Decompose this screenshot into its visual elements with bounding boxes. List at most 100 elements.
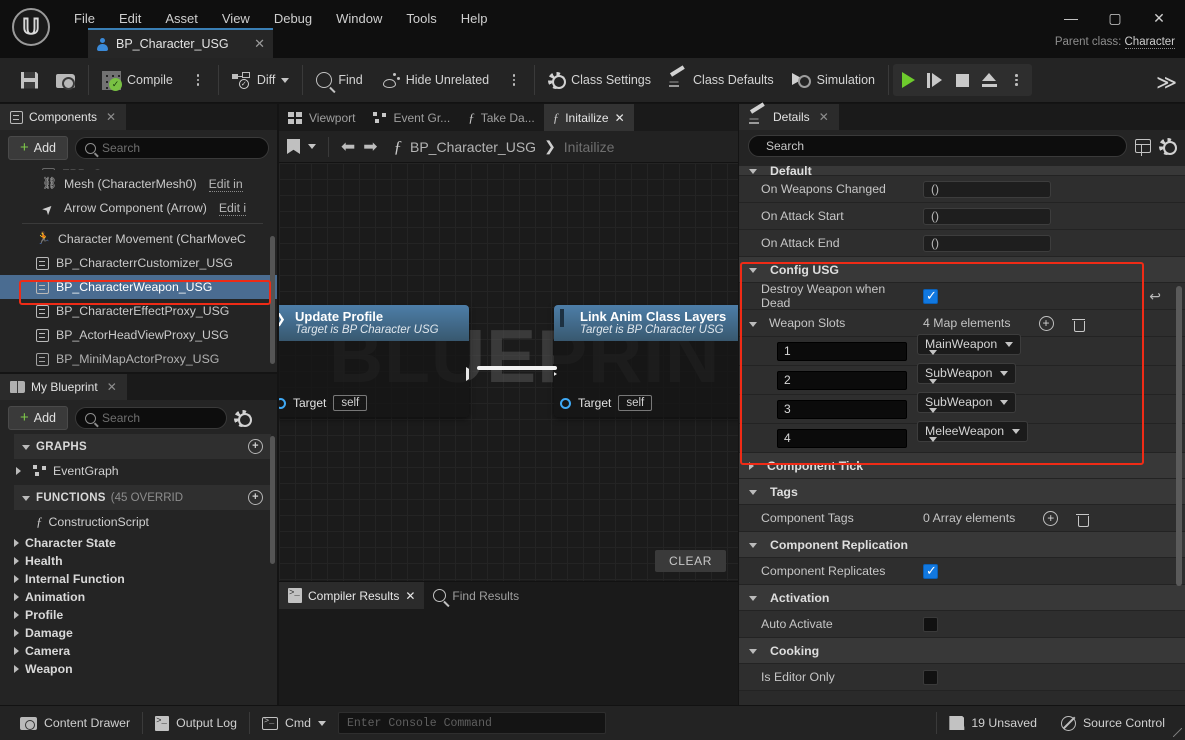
unsaved-button[interactable]: 19 Unsaved [937, 710, 1049, 736]
save-button[interactable] [12, 64, 47, 96]
menu-asset[interactable]: Asset [153, 7, 210, 30]
component-row-arrow[interactable]: ➤ Arrow Component (Arrow) Edit i [0, 196, 277, 220]
eject-button[interactable] [976, 65, 1003, 95]
category-profile[interactable]: Profile [0, 606, 277, 624]
stop-button[interactable] [949, 65, 976, 95]
output-log-button[interactable]: Output Log [143, 710, 249, 736]
tab-my-blueprint[interactable]: My Blueprint ✕ [0, 374, 127, 400]
category-weapon[interactable]: Weapon [0, 660, 277, 678]
components-search-input[interactable]: Search [75, 137, 269, 159]
hide-unrelated-button[interactable]: Hide Unrelated [372, 64, 498, 96]
details-scrollbar[interactable] [1176, 286, 1182, 586]
hide-unrelated-options-button[interactable] [498, 64, 530, 96]
edit-in-link[interactable]: Edit in [208, 177, 243, 192]
simulation-button[interactable]: Simulation [783, 64, 884, 96]
play-options-button[interactable] [1003, 65, 1030, 95]
step-button[interactable] [922, 65, 949, 95]
add-element-icon[interactable]: + [1043, 510, 1059, 526]
target-input-pin[interactable] [279, 397, 286, 409]
parent-class-link[interactable]: Character [1124, 36, 1175, 49]
menu-help[interactable]: Help [449, 7, 500, 30]
node-update-profile[interactable]: ❯ Update Profile Target is BP Character … [279, 305, 469, 417]
chevron-right-icon[interactable] [14, 665, 19, 673]
menu-file[interactable]: File [62, 7, 107, 30]
property-row-component-replicates[interactable]: Component Replicates [739, 558, 1185, 585]
close-button[interactable]: ✕ [1137, 4, 1181, 32]
tab-initailize[interactable]: ƒ Initailize ✕ [543, 104, 634, 131]
property-row-on-attack-start[interactable]: On Attack Start () [739, 203, 1185, 230]
section-component-tick[interactable]: Component Tick [739, 453, 1185, 479]
category-damage[interactable]: Damage [0, 624, 277, 642]
graph-item-eventgraph[interactable]: EventGraph [0, 459, 277, 483]
close-icon[interactable]: ✕ [107, 380, 117, 394]
components-scrollbar[interactable] [270, 236, 275, 364]
close-icon[interactable]: ✕ [819, 110, 829, 124]
clear-button[interactable]: CLEAR [654, 550, 726, 572]
component-replicates-checkbox[interactable] [923, 563, 938, 579]
menu-tools[interactable]: Tools [394, 7, 448, 30]
section-cooking[interactable]: Cooking [739, 638, 1185, 664]
tab-components[interactable]: Components ✕ [0, 104, 127, 130]
chevron-down-icon[interactable] [749, 321, 757, 327]
delete-all-icon[interactable] [1071, 316, 1085, 332]
myblueprint-settings-gear-icon[interactable] [234, 409, 252, 427]
tab-take-damage[interactable]: ƒ Take Da... [459, 104, 544, 131]
component-row-head-view-proxy[interactable]: BP_ActorHeadViewProxy_USG [0, 323, 277, 347]
chevron-right-icon[interactable] [14, 575, 19, 583]
section-config-usg[interactable]: Config USG [739, 257, 1185, 283]
section-component-replication[interactable]: Component Replication [739, 532, 1185, 558]
property-row-on-attack-end[interactable]: On Attack End () [739, 230, 1185, 257]
close-icon[interactable]: ✕ [405, 589, 415, 603]
target-value[interactable]: self [618, 395, 653, 411]
tab-find-results[interactable]: Find Results [424, 582, 528, 609]
menu-edit[interactable]: Edit [107, 7, 153, 30]
forward-button[interactable]: ➡ [363, 137, 377, 157]
myblueprint-search-input[interactable]: Search [75, 407, 228, 429]
category-animation[interactable]: Animation [0, 588, 277, 606]
section-tags[interactable]: Tags [739, 479, 1185, 505]
auto-activate-checkbox[interactable] [923, 616, 938, 632]
target-value[interactable]: self [333, 395, 368, 411]
section-default[interactable]: Default [739, 166, 1185, 176]
target-input-pin[interactable] [560, 397, 571, 409]
menu-debug[interactable]: Debug [262, 7, 324, 30]
back-button[interactable]: ⬅ [341, 137, 355, 157]
my-blueprint-tree[interactable]: GRAPHS + EventGraph FUNCTIONS (45 OVERRI… [0, 432, 277, 705]
slot-key-input[interactable]: 4 [777, 428, 907, 448]
slot-key-input[interactable]: 3 [777, 399, 907, 419]
browse-button[interactable] [47, 64, 84, 96]
source-control-button[interactable]: Source Control [1049, 710, 1177, 736]
property-row-destroy-weapon-when-dead[interactable]: Destroy Weapon when Dead ↩ [739, 282, 1185, 310]
add-blueprint-item-button[interactable]: + Add [8, 406, 69, 430]
find-button[interactable]: Find [307, 64, 371, 96]
bookmark-icon[interactable] [287, 139, 300, 154]
section-graphs[interactable]: GRAPHS + [14, 434, 271, 459]
toolbar-overflow-button[interactable]: ≫ [1156, 70, 1177, 95]
tab-details[interactable]: Details ✕ [739, 104, 839, 130]
component-row-customizer[interactable]: BP_CharacterrCustomizer_USG [0, 251, 277, 275]
property-row-is-editor-only[interactable]: Is Editor Only [739, 664, 1185, 691]
category-internal-function[interactable]: Internal Function [0, 570, 277, 588]
component-row-weapon-selected[interactable]: BP_CharacterWeapon_USG [0, 275, 277, 299]
myblueprint-scrollbar[interactable] [270, 436, 275, 564]
close-icon[interactable]: ✕ [254, 36, 265, 52]
component-row-character-movement[interactable]: 🏃 Character Movement (CharMoveC [0, 227, 277, 251]
chevron-right-icon[interactable] [16, 467, 21, 475]
reset-to-default-icon[interactable]: ↩ [1149, 288, 1161, 305]
compile-options-button[interactable] [182, 64, 214, 96]
breadcrumb-root[interactable]: BP_Character_USG [410, 139, 536, 155]
details-search-input[interactable]: Search [748, 135, 1127, 157]
delete-all-icon[interactable] [1076, 511, 1090, 527]
play-button[interactable] [895, 65, 922, 95]
property-row-component-tags[interactable]: Component Tags 0 Array elements + [739, 505, 1185, 532]
section-activation[interactable]: Activation [739, 585, 1185, 611]
component-row-effect-proxy[interactable]: BP_CharacterEffectProxy_USG [0, 299, 277, 323]
weapon-slot-row-4[interactable]: 4 MeleeWeapon [739, 420, 1185, 456]
close-icon[interactable]: ✕ [615, 111, 625, 125]
chevron-right-icon[interactable] [14, 557, 19, 565]
class-defaults-button[interactable]: Class Defaults [660, 64, 783, 96]
edit-in-link[interactable]: Edit i [218, 201, 247, 216]
tab-viewport[interactable]: Viewport [279, 104, 364, 131]
add-element-icon[interactable]: + [1038, 315, 1054, 331]
tab-compiler-results[interactable]: Compiler Results ✕ [279, 582, 425, 609]
